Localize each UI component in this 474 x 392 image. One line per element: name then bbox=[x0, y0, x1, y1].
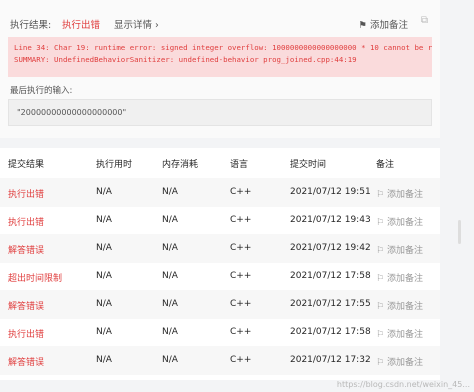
language-cell: C++ bbox=[230, 271, 252, 281]
error-line: SUMMARY: UndefinedBehaviorSanitizer: und… bbox=[14, 54, 357, 64]
error-line: Line 34: Char 19: runtime error: signed … bbox=[14, 43, 432, 52]
add-note-button[interactable]: ⚐ 添加备注 bbox=[376, 243, 423, 256]
header-runtime[interactable]: 执行用时 bbox=[96, 157, 132, 170]
add-note-label: 添加备注 bbox=[386, 190, 423, 200]
table-row: 执行出错 N/A N/A C++ 2021/07/12 17:58 ⚐ 添加备注 bbox=[0, 318, 440, 347]
runtime-cell: N/A bbox=[96, 355, 112, 365]
submissions-table: 提交结果 执行用时 内存消耗 语言 提交时间 备注 执行出错 N/A N/A C… bbox=[0, 148, 440, 380]
submitted-cell: 2021/07/12 17:55 bbox=[290, 299, 371, 309]
add-note-button[interactable]: ⚐ 添加备注 bbox=[376, 215, 423, 228]
result-panel: 执行结果: 执行出错 显示详情 › ⚑ 添加备注 ⧉ Line 34: Char… bbox=[0, 0, 440, 138]
memory-cell: N/A bbox=[162, 299, 178, 309]
header-note: 备注 bbox=[376, 160, 395, 170]
add-note-label: 添加备注 bbox=[386, 274, 423, 284]
header-memory[interactable]: 内存消耗 bbox=[162, 157, 198, 170]
runtime-cell: N/A bbox=[96, 187, 112, 197]
copy-icon[interactable]: ⧉ bbox=[421, 15, 428, 26]
add-note-label: 添加备注 bbox=[369, 20, 408, 31]
submitted-cell: 2021/07/12 19:51 bbox=[290, 187, 371, 197]
language-cell: C++ bbox=[230, 215, 252, 225]
result-link[interactable]: 解答错误 bbox=[8, 299, 44, 312]
result-link[interactable]: 执行出错 bbox=[8, 187, 44, 200]
table-row: 解答错误 N/A N/A C++ 2021/07/12 17:32 ⚐ 添加备注 bbox=[0, 346, 440, 375]
runtime-cell: N/A bbox=[96, 327, 112, 337]
flag-icon: ⚐ bbox=[376, 246, 387, 256]
submitted-cell: 2021/07/12 17:32 bbox=[290, 355, 371, 365]
memory-cell: N/A bbox=[162, 355, 178, 365]
flag-icon: ⚑ bbox=[358, 20, 367, 31]
result-link[interactable]: 解答错误 bbox=[8, 355, 44, 368]
runtime-cell: N/A bbox=[96, 271, 112, 281]
memory-cell: N/A bbox=[162, 271, 178, 281]
language-cell: C++ bbox=[230, 327, 252, 337]
add-note-button[interactable]: ⚐ 添加备注 bbox=[376, 271, 423, 284]
language-cell: C++ bbox=[230, 187, 252, 197]
table-row: 解答错误 N/A N/A C++ 2021/07/12 19:42 ⚐ 添加备注 bbox=[0, 234, 440, 263]
result-link[interactable]: 解答错误 bbox=[8, 243, 44, 256]
table-row: 执行出错 N/A N/A C++ 2021/07/12 19:51 ⚐ 添加备注 bbox=[0, 178, 440, 207]
submitted-cell: 2021/07/12 19:43 bbox=[290, 215, 371, 225]
language-cell: C++ bbox=[230, 355, 252, 365]
runtime-cell: N/A bbox=[96, 215, 112, 225]
last-input-value: "20000000000000000000" bbox=[8, 99, 432, 126]
add-note-button[interactable]: ⚐ 添加备注 bbox=[376, 187, 423, 200]
memory-cell: N/A bbox=[162, 243, 178, 253]
flag-icon: ⚐ bbox=[376, 218, 387, 228]
submitted-cell: 2021/07/12 19:42 bbox=[290, 243, 371, 253]
runtime-cell: N/A bbox=[96, 243, 112, 253]
add-note-label: 添加备注 bbox=[386, 358, 423, 368]
error-box: Line 34: Char 19: runtime error: signed … bbox=[8, 37, 432, 77]
memory-cell: N/A bbox=[162, 187, 178, 197]
result-link[interactable]: 执行出错 bbox=[8, 327, 44, 340]
header-language[interactable]: 语言 bbox=[230, 157, 248, 170]
page-scrollbar[interactable] bbox=[458, 220, 461, 244]
table-row: 解答错误 N/A N/A C++ 2021/07/12 17:55 ⚐ 添加备注 bbox=[0, 290, 440, 319]
add-note-button[interactable]: ⚐ 添加备注 bbox=[376, 299, 423, 312]
result-label: 执行结果: bbox=[10, 20, 52, 31]
header-result[interactable]: 提交结果 bbox=[8, 157, 44, 170]
flag-icon: ⚐ bbox=[376, 190, 387, 200]
result-link[interactable]: 执行出错 bbox=[8, 215, 44, 228]
show-detail-link[interactable]: 显示详情 › bbox=[114, 17, 159, 31]
add-note-label: 添加备注 bbox=[386, 218, 423, 228]
memory-cell: N/A bbox=[162, 215, 178, 225]
result-status: 执行出错 bbox=[62, 20, 101, 31]
flag-icon: ⚐ bbox=[376, 274, 387, 284]
add-note-button[interactable]: ⚐ 添加备注 bbox=[376, 327, 423, 340]
language-cell: C++ bbox=[230, 299, 252, 309]
table-header: 提交结果 执行用时 内存消耗 语言 提交时间 备注 bbox=[0, 148, 440, 177]
header-submitted[interactable]: 提交时间 bbox=[290, 157, 326, 170]
last-input-label: 最后执行的输入: bbox=[10, 86, 73, 96]
flag-icon: ⚐ bbox=[376, 302, 387, 312]
runtime-cell: N/A bbox=[96, 299, 112, 309]
submitted-cell: 2021/07/12 17:58 bbox=[290, 271, 371, 281]
add-note-button[interactable]: ⚑ 添加备注 bbox=[358, 17, 408, 31]
submitted-cell: 2021/07/12 17:58 bbox=[290, 327, 371, 337]
table-row: 执行出错 N/A N/A C++ 2021/07/12 19:43 ⚐ 添加备注 bbox=[0, 206, 440, 235]
memory-cell: N/A bbox=[162, 327, 178, 337]
watermark: https://blog.csdn.net/weixin_45... bbox=[336, 380, 470, 389]
add-note-button[interactable]: ⚐ 添加备注 bbox=[376, 355, 423, 368]
language-cell: C++ bbox=[230, 243, 252, 253]
add-note-label: 添加备注 bbox=[386, 302, 423, 312]
add-note-label: 添加备注 bbox=[386, 330, 423, 340]
add-note-label: 添加备注 bbox=[386, 246, 423, 256]
result-header: 执行结果: 执行出错 显示详情 › ⚑ 添加备注 ⧉ bbox=[10, 13, 430, 35]
flag-icon: ⚐ bbox=[376, 330, 387, 340]
result-link[interactable]: 超出时间限制 bbox=[8, 271, 62, 284]
flag-icon: ⚐ bbox=[376, 358, 387, 368]
table-row: 超出时间限制 N/A N/A C++ 2021/07/12 17:58 ⚐ 添加… bbox=[0, 262, 440, 291]
